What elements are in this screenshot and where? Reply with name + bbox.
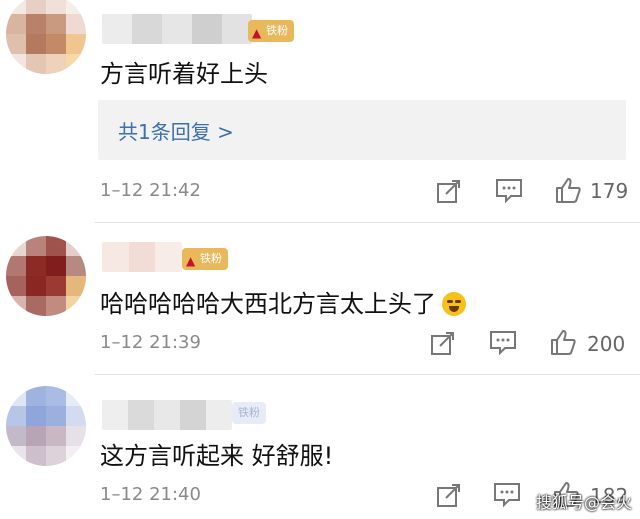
fire-icon: ▲ (252, 26, 262, 40)
fire-icon: ▲ (186, 254, 196, 268)
comment-icon[interactable] (493, 482, 521, 508)
comment-text: 哈哈哈哈哈大西北方言太上头了 (100, 284, 466, 319)
thumbs-up-icon[interactable] (549, 328, 577, 356)
share-icon[interactable] (436, 178, 462, 204)
timestamp: 1–12 21:40 (100, 484, 201, 505)
reply-box[interactable]: 共1条回复 > (98, 100, 626, 160)
timestamp: 1–12 21:39 (100, 332, 201, 353)
view-replies-link[interactable]: 共1条回复 > (118, 116, 234, 145)
username-blurred[interactable] (102, 242, 182, 272)
avatar[interactable] (6, 0, 86, 74)
comment-text: 方言听着好上头 (100, 60, 268, 88)
comment-item: ▲ 铁粉 哈哈哈哈哈大西北方言太上头了 1–12 21:39 200 (0, 222, 640, 374)
fan-badge: 铁粉 (232, 402, 266, 424)
like-count: 179 (590, 179, 629, 203)
avatar[interactable] (6, 236, 86, 316)
avatar[interactable] (6, 386, 86, 466)
laughing-crying-emoji-icon (442, 292, 466, 316)
like-count: 200 (587, 332, 626, 356)
thumbs-up-icon[interactable] (554, 176, 582, 204)
fan-badge: ▲ 铁粉 (182, 248, 228, 270)
username-blurred[interactable] (102, 400, 232, 430)
fan-badge: ▲ 铁粉 (248, 20, 294, 42)
comment-item: ▲ 铁粉 方言听着好上头 共1条回复 > 1–12 21:42 179 (0, 0, 640, 222)
comment-icon[interactable] (495, 178, 523, 204)
comment-text: 这方言听起来 好舒服! (100, 442, 334, 470)
watermark: 搜狐号@会火 (535, 493, 632, 512)
share-icon[interactable] (436, 482, 462, 508)
comment-icon[interactable] (489, 330, 517, 356)
timestamp: 1–12 21:42 (100, 180, 201, 201)
username-blurred[interactable] (102, 14, 252, 44)
share-icon[interactable] (430, 330, 456, 356)
